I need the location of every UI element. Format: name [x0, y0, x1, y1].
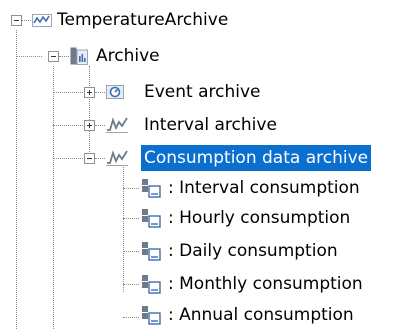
- collapse-expander[interactable]: [48, 51, 59, 62]
- tree-line: [95, 125, 105, 126]
- tree-line: [53, 158, 83, 159]
- tree-node-interval-archive[interactable]: Interval archive: [144, 112, 277, 138]
- tree-line: [16, 30, 17, 329]
- tree-line: [123, 167, 124, 292]
- consumption-table-icon: [142, 306, 161, 325]
- expand-expander[interactable]: [84, 120, 95, 131]
- event-archive-icon: [106, 85, 124, 99]
- tree-line: [16, 56, 42, 57]
- consumption-table-icon: [142, 242, 161, 261]
- collapse-expander[interactable]: [11, 15, 22, 26]
- tree-line: [123, 251, 139, 252]
- tree-node-consumption-data-archive[interactable]: Consumption data archive: [141, 145, 372, 171]
- tree-line: [53, 92, 83, 93]
- archive-tree: TemperatureArchive Archive Event archive…: [0, 0, 410, 329]
- consumption-table-icon: [142, 209, 161, 228]
- tree-node-monthly-consumption[interactable]: : Monthly consumption: [168, 271, 363, 297]
- tree-node-event-archive[interactable]: Event archive: [144, 79, 261, 105]
- tree-node-hourly-consumption[interactable]: : Hourly consumption: [168, 205, 350, 231]
- tree-node-daily-consumption[interactable]: : Daily consumption: [168, 238, 338, 264]
- tree-node-archive[interactable]: Archive: [96, 43, 160, 69]
- tree-line: [123, 317, 139, 318]
- tree-line: [95, 158, 105, 159]
- tree-line: [53, 125, 83, 126]
- collapse-expander[interactable]: [84, 153, 95, 164]
- tree-line: [53, 66, 54, 329]
- tree-line: [89, 66, 90, 158]
- consumption-table-icon: [142, 275, 161, 294]
- tree-line: [59, 56, 69, 57]
- tree-line: [123, 284, 139, 285]
- tree-line: [21, 20, 31, 21]
- trend-line-icon: [32, 14, 52, 27]
- trend-line-icon: [106, 117, 128, 133]
- tree-node-annual-consumption[interactable]: : Annual consumption: [168, 302, 354, 328]
- tree-line: [123, 218, 139, 219]
- tree-node-interval-consumption[interactable]: : Interval consumption: [168, 175, 360, 201]
- tree-node-root[interactable]: TemperatureArchive: [57, 7, 228, 33]
- tree-line: [95, 92, 105, 93]
- expand-expander[interactable]: [84, 87, 95, 98]
- tree-line: [123, 188, 139, 189]
- trend-line-icon: [106, 150, 128, 166]
- consumption-table-icon: [142, 179, 161, 198]
- archive-folder-icon: [70, 47, 88, 65]
